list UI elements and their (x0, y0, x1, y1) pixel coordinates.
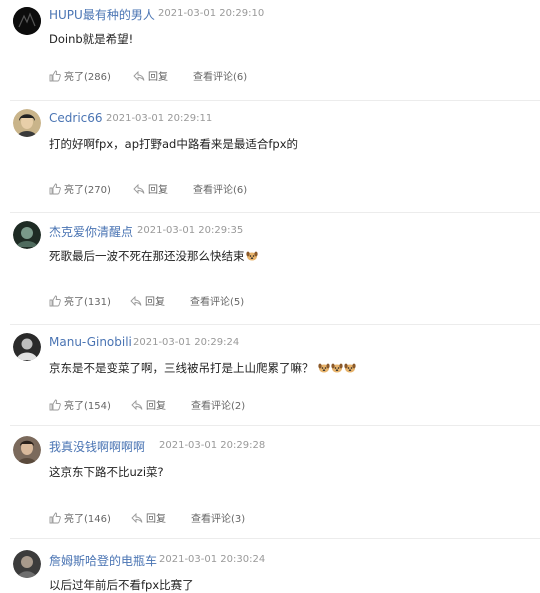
timestamp: 2021-03-01 20:29:11 (106, 113, 213, 124)
like-count: 亮了(154) (64, 401, 111, 412)
comment-item: 杰克爱你清醒点 2021-03-01 20:29:35 死歌最后一波不死在那还没… (0, 213, 540, 324)
dog-emoji-icon (245, 251, 258, 261)
avatar[interactable] (13, 550, 41, 578)
dog-emoji-icon (344, 363, 356, 373)
view-comments-link[interactable]: 查看评论(6) (193, 68, 247, 83)
view-comments-link[interactable]: 查看评论(2) (191, 397, 245, 412)
comment-item: HUPU最有种的男人 2021-03-01 20:29:10 Doinb就是希望… (0, 0, 540, 100)
comment-text: 死歌最后一波不死在那还没那么快结束 (49, 248, 258, 264)
view-comments-label: 查看评论(2) (191, 401, 246, 412)
reply-icon (133, 70, 145, 81)
avatar[interactable] (13, 7, 41, 35)
like-count: 亮了(131) (64, 297, 111, 308)
timestamp: 2021-03-01 20:29:10 (158, 8, 265, 19)
reply-label: 回复 (146, 514, 166, 525)
thumbs-up-icon (49, 70, 61, 81)
reply-icon (130, 295, 142, 306)
like-button[interactable]: 亮了(146) (49, 510, 111, 525)
username[interactable]: Manu-Ginobili (49, 335, 132, 349)
username[interactable]: 我真没钱啊啊啊啊 (49, 438, 145, 455)
like-count: 亮了(286) (64, 72, 111, 83)
comment-item: 詹姆斯哈登的电瓶车 2021-03-01 20:30:24 以后过年前后不看fp… (0, 539, 540, 592)
reply-label: 回复 (145, 297, 165, 308)
like-button[interactable]: 亮了(270) (49, 181, 111, 196)
comment-text: 打的好啊fpx，ap打野ad中路看来是最适合fpx的 (49, 137, 298, 151)
reply-button[interactable]: 回复 (131, 397, 166, 412)
view-comments-link[interactable]: 查看评论(3) (191, 510, 245, 525)
comment-text: 京东是不是变菜了啊，三线被吊打是上山爬累了嘛？ (49, 360, 356, 376)
view-comments-label: 查看评论(6) (193, 185, 248, 196)
timestamp: 2021-03-01 20:29:28 (159, 440, 266, 451)
reply-icon (131, 399, 143, 410)
comment-text: 这京东下路不比uzi菜? (49, 465, 164, 479)
avatar[interactable] (13, 333, 41, 361)
username[interactable]: HUPU最有种的男人 (49, 6, 155, 23)
thumbs-up-icon (49, 399, 61, 410)
view-comments-link[interactable]: 查看评论(6) (193, 181, 247, 196)
reply-button[interactable]: 回复 (133, 68, 168, 83)
username[interactable]: Cedric66 (49, 111, 103, 125)
avatar[interactable] (13, 221, 41, 249)
view-comments-label: 查看评论(5) (190, 297, 245, 308)
dog-emoji-icon (318, 363, 330, 373)
reply-button[interactable]: 回复 (130, 293, 165, 308)
username[interactable]: 杰克爱你清醒点 (49, 223, 133, 240)
comment-item: Manu-Ginobili 2021-03-01 20:29:24 京东是不是变… (0, 325, 540, 425)
like-button[interactable]: 亮了(131) (49, 293, 111, 308)
comment-item: 我真没钱啊啊啊啊 2021-03-01 20:29:28 这京东下路不比uzi菜… (0, 426, 540, 537)
like-count: 亮了(146) (64, 514, 111, 525)
view-comments-label: 查看评论(3) (191, 514, 246, 525)
view-comments-link[interactable]: 查看评论(5) (190, 293, 244, 308)
like-button[interactable]: 亮了(286) (49, 68, 111, 83)
reply-label: 回复 (146, 401, 166, 412)
comment-text-content: 死歌最后一波不死在那还没那么快结束 (49, 249, 245, 263)
view-comments-label: 查看评论(6) (193, 72, 248, 83)
timestamp: 2021-03-01 20:30:24 (159, 554, 266, 565)
like-button[interactable]: 亮了(154) (49, 397, 111, 412)
username[interactable]: 詹姆斯哈登的电瓶车 (49, 552, 157, 569)
reply-icon (131, 512, 143, 523)
timestamp: 2021-03-01 20:29:35 (137, 225, 244, 236)
reply-icon (133, 183, 145, 194)
thumbs-up-icon (49, 183, 61, 194)
timestamp: 2021-03-01 20:29:24 (133, 337, 240, 348)
comment-item: Cedric66 2021-03-01 20:29:11 打的好啊fpx，ap打… (0, 101, 540, 212)
thumbs-up-icon (49, 512, 61, 523)
comment-text: 以后过年前后不看fpx比赛了 (49, 578, 194, 592)
comment-text-content: 京东是不是变菜了啊，三线被吊打是上山爬累了嘛？ (49, 361, 314, 375)
like-count: 亮了(270) (64, 185, 111, 196)
thumbs-up-icon (49, 295, 61, 306)
reply-button[interactable]: 回复 (133, 181, 168, 196)
avatar[interactable] (13, 436, 41, 464)
reply-label: 回复 (148, 72, 168, 83)
avatar[interactable] (13, 109, 41, 137)
reply-label: 回复 (148, 185, 168, 196)
reply-button[interactable]: 回复 (131, 510, 166, 525)
dog-emoji-icon (331, 363, 343, 373)
comment-text: Doinb就是希望! (49, 32, 134, 46)
